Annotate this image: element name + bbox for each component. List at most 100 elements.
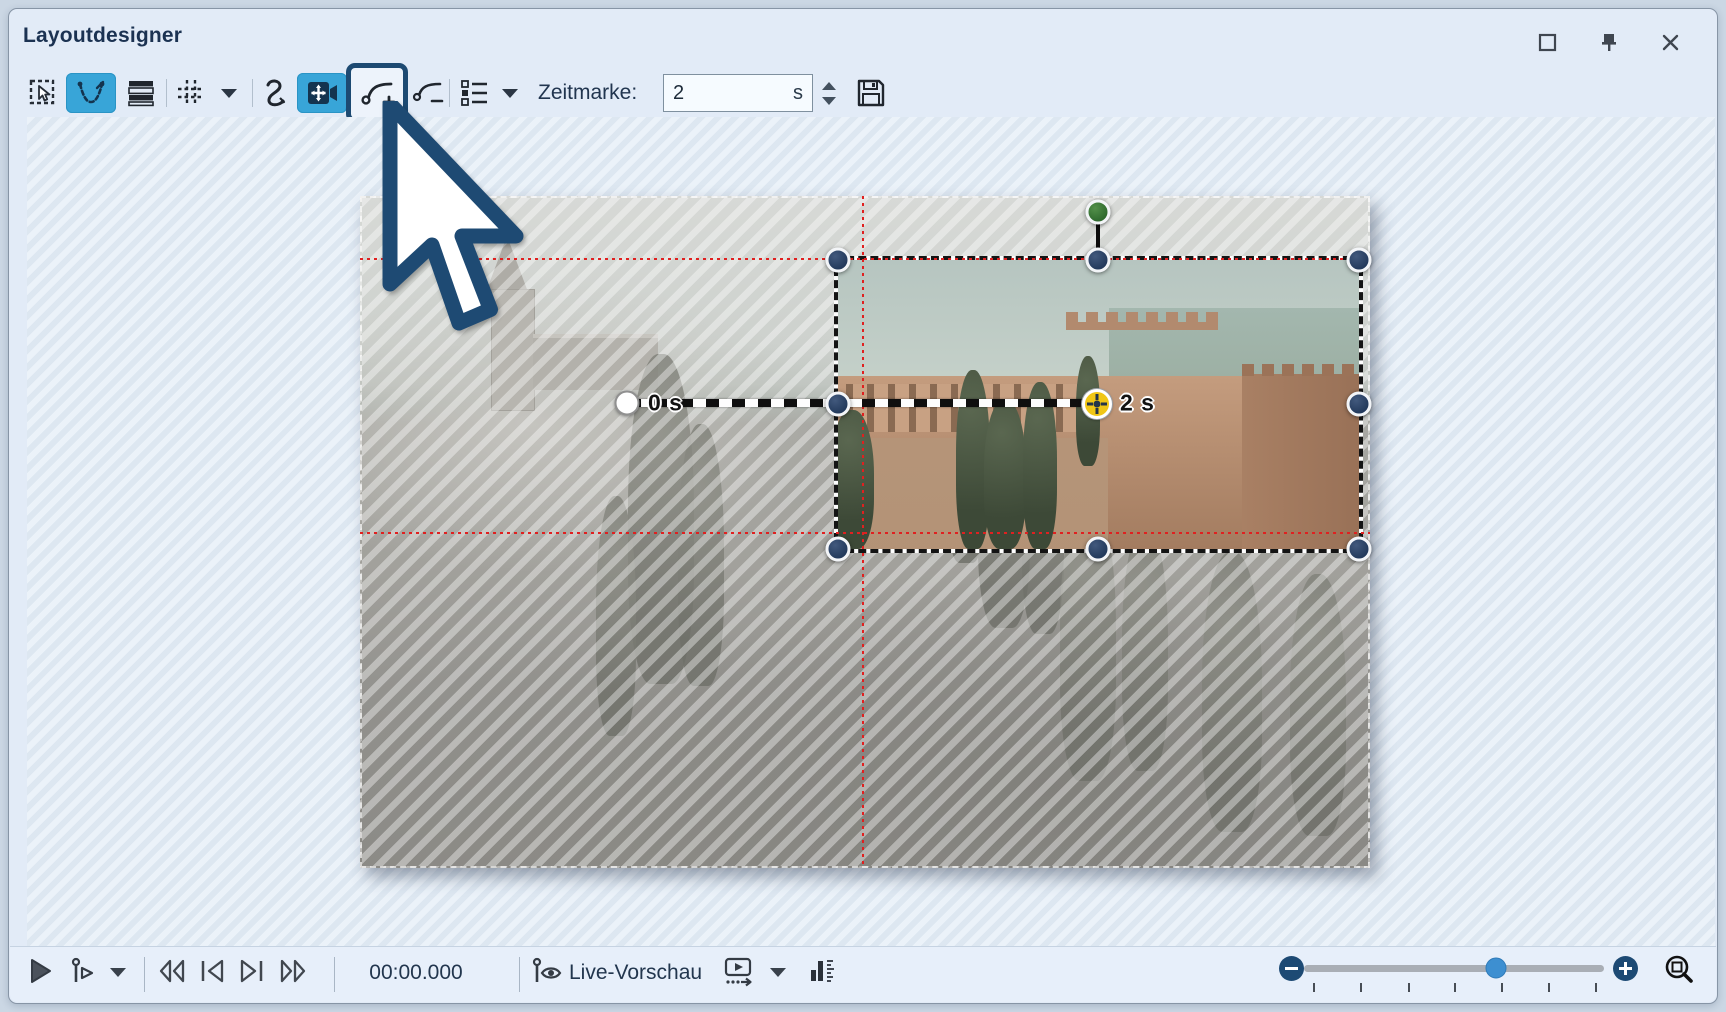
step-back-button[interactable] — [197, 956, 227, 986]
zoom-in-button[interactable] — [1612, 955, 1639, 982]
preview-mode-dropdown[interactable] — [770, 968, 786, 977]
toolbar-separator — [449, 79, 450, 107]
layout-canvas[interactable]: 0 s 2 s — [27, 117, 1715, 948]
grid-dropdown-button[interactable] — [215, 73, 243, 113]
add-keyframe-icon — [358, 75, 396, 111]
selection-handle-bottom-center[interactable] — [1086, 537, 1111, 562]
bar-separator — [519, 957, 520, 992]
camera-pan-icon — [305, 78, 339, 108]
photo-tree — [1290, 574, 1346, 836]
play-from-marker-icon — [68, 956, 100, 986]
layoutdesigner-window: Layoutdesigner — [8, 8, 1718, 1004]
zoom-fit-icon — [1662, 953, 1696, 987]
layers-button[interactable] — [121, 73, 161, 113]
preview-window-icon — [722, 956, 758, 988]
play-icon — [25, 956, 55, 986]
step-forward-button[interactable] — [237, 956, 267, 986]
selection-handle-top-center[interactable] — [1086, 248, 1111, 273]
zoom-fit-button[interactable] — [1662, 953, 1696, 987]
select-tool-button[interactable] — [23, 73, 63, 113]
render-quality-button[interactable] — [807, 956, 837, 986]
remove-keyframe-button[interactable] — [407, 73, 447, 113]
save-icon — [855, 77, 887, 109]
close-icon — [1661, 33, 1680, 52]
spinner-down-button[interactable] — [822, 97, 836, 105]
rewind-button[interactable] — [156, 956, 188, 986]
chevron-down-icon — [110, 968, 126, 977]
smooth-curve-icon — [261, 77, 293, 109]
chevron-down-icon — [770, 968, 786, 977]
photo-church-spire — [486, 236, 528, 292]
pin-button[interactable] — [1595, 28, 1623, 56]
live-preview-toggle[interactable] — [530, 956, 566, 986]
zoom-out-icon — [1278, 955, 1305, 982]
preview-window-button[interactable] — [722, 956, 758, 988]
keyframe-marker-dot — [1094, 401, 1101, 408]
pin-icon — [1599, 32, 1619, 52]
grid-button[interactable] — [172, 73, 210, 113]
render-quality-icon — [807, 956, 837, 986]
step-back-icon — [197, 956, 227, 986]
photo-tree — [678, 424, 724, 686]
scene-image[interactable]: 0 s 2 s — [360, 196, 1370, 868]
selection-handle-top-left[interactable] — [826, 248, 851, 273]
remove-keyframe-icon — [410, 77, 444, 109]
playback-bar: 00:00.000 Live-Vorschau — [10, 946, 1716, 1002]
photo-tree — [596, 496, 636, 736]
bar-separator — [144, 957, 145, 992]
zoom-slider[interactable] — [1304, 965, 1604, 972]
step-forward-icon — [237, 956, 267, 986]
maximize-button[interactable] — [1533, 28, 1561, 56]
keyframe-list-button[interactable] — [455, 73, 493, 113]
rewind-icon — [156, 956, 188, 986]
zoom-out-button[interactable] — [1278, 955, 1305, 982]
selection-handle-mid-right[interactable] — [1347, 392, 1372, 417]
save-button[interactable] — [851, 73, 891, 113]
toolbar-separator — [166, 79, 167, 107]
zoom-in-icon — [1612, 955, 1639, 982]
zoom-slider-tick — [1360, 983, 1362, 992]
live-preview-label: Live-Vorschau — [569, 961, 702, 985]
page-title: Layoutdesigner — [23, 24, 182, 48]
motion-path-line[interactable] — [628, 399, 1098, 407]
chevron-down-icon — [221, 89, 237, 98]
zoom-slider-tick — [1595, 983, 1597, 992]
rotation-handle[interactable] — [1086, 200, 1111, 225]
zeitmarke-unit: s — [793, 82, 803, 105]
play-from-marker-button[interactable] — [68, 956, 100, 986]
zeitmarke-input[interactable] — [664, 82, 764, 105]
fast-forward-icon — [277, 956, 309, 986]
fast-forward-button[interactable] — [277, 956, 309, 986]
keyframe-list-dropdown-button[interactable] — [496, 73, 524, 113]
maximize-icon — [1538, 33, 1557, 52]
keyframe-start-label: 0 s — [648, 390, 683, 417]
zeitmarke-field: s — [663, 74, 813, 112]
close-button[interactable] — [1656, 28, 1684, 56]
selection-handle-mid-left[interactable] — [826, 392, 851, 417]
spinner-up-button[interactable] — [822, 82, 836, 90]
zoom-slider-thumb[interactable] — [1486, 958, 1507, 979]
motion-path-toggle-button[interactable] — [66, 73, 116, 113]
toolbar-separator — [252, 79, 253, 107]
zoom-slider-tick — [1408, 983, 1410, 992]
bar-separator — [334, 957, 335, 992]
zoom-slider-tick — [1501, 983, 1503, 992]
zoom-slider-tick — [1454, 983, 1456, 992]
play-button[interactable] — [25, 956, 55, 986]
grid-icon — [176, 78, 206, 108]
select-tool-icon — [28, 78, 58, 108]
keyframe-marker-start[interactable] — [615, 391, 640, 416]
photo-church-tower — [491, 289, 535, 411]
photo-church-nave — [533, 334, 658, 390]
play-options-dropdown[interactable] — [110, 968, 126, 977]
selection-handle-top-right[interactable] — [1347, 248, 1372, 273]
pin-eye-icon — [530, 956, 566, 986]
smooth-curve-button[interactable] — [258, 73, 296, 113]
add-keyframe-button[interactable] — [346, 63, 408, 123]
selection-handle-bottom-right[interactable] — [1347, 537, 1372, 562]
selection-handle-bottom-left[interactable] — [826, 537, 851, 562]
zeitmarke-spinner — [817, 74, 841, 112]
camera-pan-button[interactable] — [297, 73, 347, 113]
chevron-down-icon — [502, 89, 518, 98]
time-display: 00:00.000 — [346, 961, 486, 985]
